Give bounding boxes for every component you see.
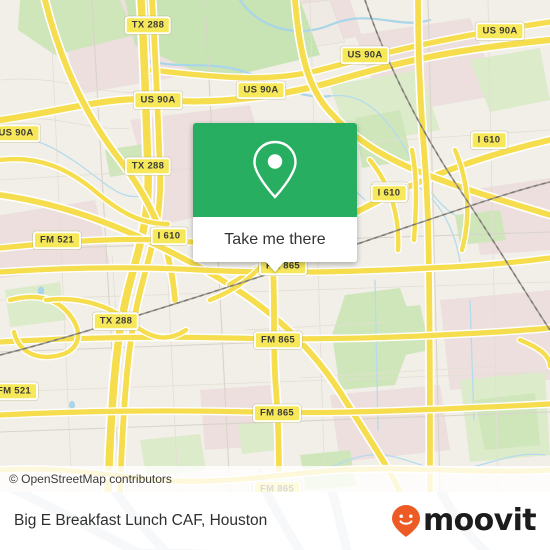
popup-pointer-tail: [266, 262, 284, 272]
road-shield: I 610: [470, 131, 508, 149]
road-shield: US 90A: [236, 81, 286, 99]
map-attribution-bar: © OpenStreetMap contributors: [0, 466, 550, 492]
road-shield: TX 288: [124, 16, 172, 34]
road-shield: TX 288: [124, 157, 172, 175]
map-pin-icon: [253, 140, 297, 199]
road-shield: TX 288: [92, 312, 140, 330]
moovit-logo[interactable]: moovit: [391, 503, 537, 538]
road-shield: US 90A: [340, 46, 390, 64]
place-title: Big E Breakfast Lunch CAF, Houston: [14, 512, 268, 529]
road-shield: US 90A: [0, 124, 41, 142]
road-shield: FM 865: [252, 404, 302, 422]
map-screenshot: .land{fill:#f2efe9} .blk{fill:#efebe4;st…: [0, 0, 550, 550]
popup-card-action[interactable]: Take me there: [193, 217, 357, 262]
attribution-text: © OpenStreetMap contributors: [9, 472, 172, 486]
road-shield: US 90A: [475, 22, 525, 40]
road-shield: US 90A: [133, 91, 183, 109]
location-popup-card[interactable]: Take me there: [193, 123, 357, 272]
road-shield: FM 521: [0, 382, 39, 400]
popup-card-header: [193, 123, 357, 217]
moovit-wordmark: moovit: [422, 503, 537, 538]
footer-bar: Big E Breakfast Lunch CAF, Houston moovi…: [0, 492, 550, 550]
road-shield: FM 521: [32, 231, 82, 249]
take-me-there-label: Take me there: [224, 230, 326, 248]
moovit-smiley-pin-icon: [391, 505, 420, 537]
road-shield: FM 865: [253, 331, 303, 349]
road-shield: I 610: [370, 184, 408, 202]
road-shield: I 610: [150, 227, 188, 245]
